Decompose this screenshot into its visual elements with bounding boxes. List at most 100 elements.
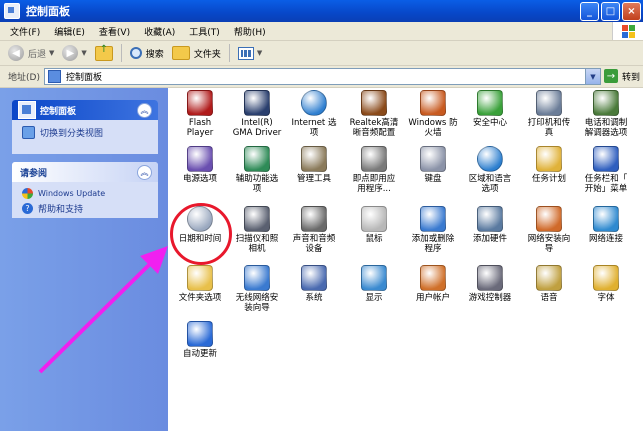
control-panel-item[interactable]: 电话和调制 解调器选项 [577, 90, 635, 138]
control-panel-item[interactable]: 辅助功能选 项 [228, 146, 286, 194]
control-panel-icon [48, 70, 61, 83]
control-panel-item[interactable]: 键盘 [404, 146, 462, 184]
menu-edit[interactable]: 编辑(E) [54, 25, 85, 38]
display-icon [361, 265, 387, 291]
wireless-icon [244, 265, 270, 291]
menu-tools[interactable]: 工具(T) [189, 25, 220, 38]
control-panel-item[interactable]: 显示 [345, 265, 403, 303]
gamepad-icon [477, 265, 503, 291]
system-icon [301, 265, 327, 291]
control-panel-item[interactable]: 声音和音频 设备 [285, 206, 343, 254]
back-arrow-icon: ◀ [8, 45, 24, 61]
back-button[interactable]: ◀ 后退 ▼ [8, 45, 54, 61]
printer-icon [536, 90, 562, 116]
control-panel-item[interactable]: Realtek高清 晰音频配置 [345, 90, 403, 138]
forward-button[interactable]: ▶ ▼ [62, 45, 87, 61]
firewall-icon [420, 90, 446, 116]
item-label: 自动更新 [182, 349, 217, 359]
windows-update-icon [22, 188, 33, 199]
control-panel-item[interactable]: 即点即用应 用程序... [345, 146, 403, 194]
address-value: 控制面板 [66, 73, 103, 83]
icon-view: Flash Player Intel(R) GMA Driver Internet … [168, 88, 643, 431]
phone-icon [593, 90, 619, 116]
control-panel-item[interactable]: 无线网络安 装向导 [228, 265, 286, 313]
item-label: Intel(R) GMA Driver [232, 118, 282, 138]
address-bar: 地址(D) 控制面板 ▼ → 转到 [0, 66, 643, 88]
chevron-down-icon[interactable]: ▼ [257, 49, 262, 57]
close-button[interactable]: × [622, 2, 641, 21]
section-header[interactable]: 控制面板 ︽ [12, 100, 158, 120]
control-panel-item[interactable]: 文件夹选项 [171, 265, 229, 303]
control-panel-item[interactable]: 扫描仪和照 相机 [228, 206, 286, 254]
control-panel-item[interactable]: 语音 [520, 265, 578, 303]
minimize-button[interactable]: _ [580, 2, 599, 21]
control-panel-section: 控制面板 ︽ 切换到分类视图 [12, 100, 158, 154]
control-panel-item[interactable]: Internet 选 项 [285, 90, 343, 138]
windows-update-link[interactable]: Windows Update [22, 188, 158, 199]
control-panel-item[interactable]: 电源选项 [171, 146, 229, 184]
chevron-down-icon[interactable]: ▼ [49, 49, 54, 57]
item-label: 打印机和传 真 [527, 118, 571, 138]
views-button[interactable]: ▼ [237, 46, 262, 60]
control-panel-item[interactable]: 鼠标 [345, 206, 403, 244]
control-panel-item[interactable]: 字体 [577, 265, 635, 303]
task-pane: 控制面板 ︽ 切换到分类视图 请参阅 ︽ Windows Update ? 帮助… [0, 88, 168, 431]
control-panel-item[interactable]: 添加或删除 程序 [404, 206, 462, 254]
help-support-link[interactable]: ? 帮助和支持 [22, 202, 158, 215]
accessibility-icon [244, 146, 270, 172]
control-panel-item[interactable]: 游戏控制器 [461, 265, 519, 303]
globe-icon [301, 90, 327, 116]
menu-favorites[interactable]: 收藏(A) [144, 25, 175, 38]
help-icon: ? [22, 203, 33, 214]
control-panel-item[interactable]: 网络安装向 导 [520, 206, 578, 254]
menu-view[interactable]: 查看(V) [99, 25, 130, 38]
item-label: 网络安装向 导 [527, 234, 571, 254]
control-panel-item[interactable]: Intel(R) GMA Driver [228, 90, 286, 138]
item-label: 任务栏和「 开始」菜单 [584, 174, 628, 194]
control-panel-item[interactable]: 网络连接 [577, 206, 635, 244]
address-input[interactable]: 控制面板 ▼ [44, 68, 601, 85]
hardware-icon [477, 206, 503, 232]
control-panel-item[interactable]: Flash Player [171, 90, 229, 138]
maximize-button[interactable]: □ [601, 2, 620, 21]
control-panel-item[interactable]: 自动更新 [171, 321, 229, 359]
control-panel-item[interactable]: 任务计划 [520, 146, 578, 184]
search-button[interactable]: 搜索 [129, 47, 164, 60]
window-title: 控制面板 [26, 5, 70, 18]
control-panel-item[interactable]: Windows 防 火墙 [404, 90, 462, 138]
switch-category-view-link[interactable]: 切换到分类视图 [22, 126, 158, 139]
control-panel-item[interactable]: 管理工具 [285, 146, 343, 184]
item-label: 电源选项 [182, 174, 217, 184]
chevron-down-icon[interactable]: ▼ [81, 49, 86, 57]
speaker-icon [361, 90, 387, 116]
chevron-down-icon[interactable]: ▼ [585, 69, 600, 84]
menu-file[interactable]: 文件(F) [10, 25, 40, 38]
admin-tools-icon [301, 146, 327, 172]
control-panel-icon [18, 101, 36, 119]
control-panel-item[interactable]: 用户帐户 [404, 265, 462, 303]
search-icon [129, 47, 142, 59]
camera-icon [244, 206, 270, 232]
menu-help[interactable]: 帮助(H) [234, 25, 266, 38]
section-header[interactable]: 请参阅 ︽ [12, 162, 158, 182]
collapse-icon[interactable]: ︽ [137, 165, 152, 180]
collapse-icon[interactable]: ︽ [137, 103, 152, 118]
folders-button[interactable]: 文件夹 [171, 46, 221, 60]
control-panel-item[interactable]: 打印机和传 真 [520, 90, 578, 138]
control-panel-item[interactable]: 添加硬件 [461, 206, 519, 244]
network-icon [593, 206, 619, 232]
views-icon [237, 46, 254, 60]
control-panel-item[interactable]: 区域和语言 选项 [461, 146, 519, 194]
add-remove-icon [420, 206, 446, 232]
control-panel-item[interactable]: 安全中心 [461, 90, 519, 128]
taskbar-icon [593, 146, 619, 172]
control-panel-item[interactable]: 系统 [285, 265, 343, 303]
control-panel-item[interactable]: 任务栏和「 开始」菜单 [577, 146, 635, 194]
item-label: 游戏控制器 [468, 293, 512, 303]
item-label: 语音 [540, 293, 558, 303]
menu-bar: 文件(F) 编辑(E) 查看(V) 收藏(A) 工具(T) 帮助(H) [0, 22, 643, 41]
up-button[interactable]: ↑ [94, 44, 113, 61]
go-button[interactable]: → 转到 [604, 69, 640, 83]
item-label: 显示 [365, 293, 383, 303]
keyboard-icon [420, 146, 446, 172]
